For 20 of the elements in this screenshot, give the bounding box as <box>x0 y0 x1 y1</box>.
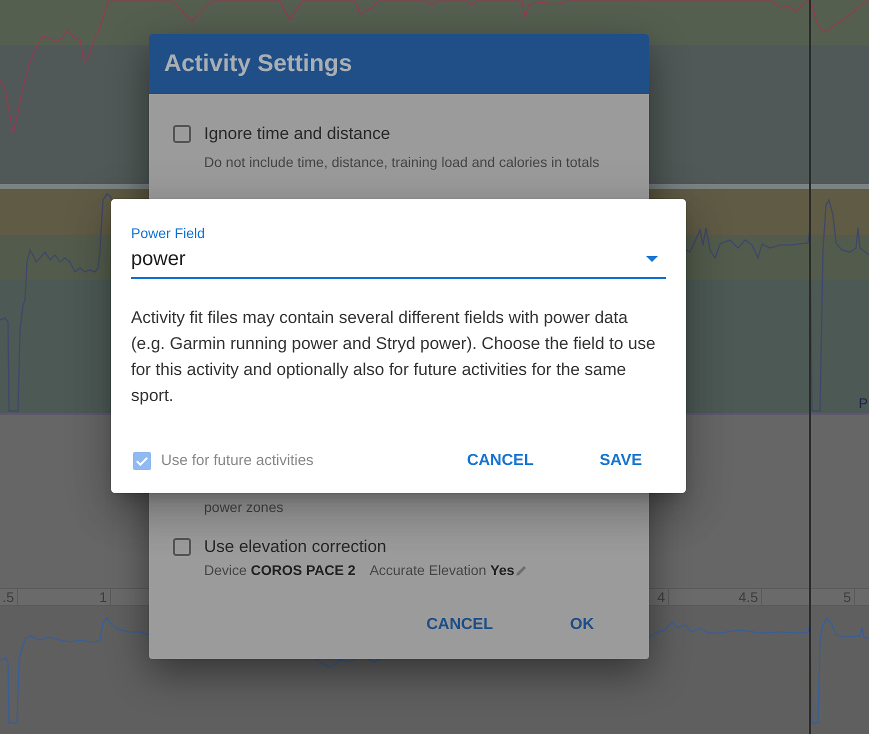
dialog-title: Activity Settings <box>164 50 352 78</box>
dialog-description: Activity fit files may contain several different fields with power data (e.g. Garmin running power and Stryd power). Choose the field to use for this activity and optionally also for future activities for the same sport. <box>131 307 656 407</box>
dialog-button[interactable]: CANCEL <box>450 443 550 479</box>
detail-value: Yes <box>490 561 514 579</box>
option-label: Ignore time and distance <box>204 124 392 144</box>
checkbox-label: Use for future activities <box>161 452 314 470</box>
option-description: Do not include time, distance, training load and calories in totals <box>204 153 600 171</box>
power-field-select[interactable]: Power Field power <box>131 225 666 279</box>
detail-value: COROS PACE 2 <box>250 561 356 579</box>
checkbox[interactable] <box>173 125 191 143</box>
detail-label: Accurate Elevation <box>370 561 486 579</box>
detail-label: Device <box>204 561 247 579</box>
option-label: Use elevation correction <box>204 537 388 557</box>
pencil-icon[interactable] <box>516 565 528 576</box>
dialog-button[interactable]: OK <box>554 606 610 644</box>
checkbox[interactable] <box>173 538 191 556</box>
caret-icon <box>646 256 658 262</box>
dialog-button[interactable]: CANCEL <box>410 606 509 644</box>
dialog-button[interactable]: SAVE <box>584 443 658 479</box>
option-description: power zones <box>204 498 284 516</box>
